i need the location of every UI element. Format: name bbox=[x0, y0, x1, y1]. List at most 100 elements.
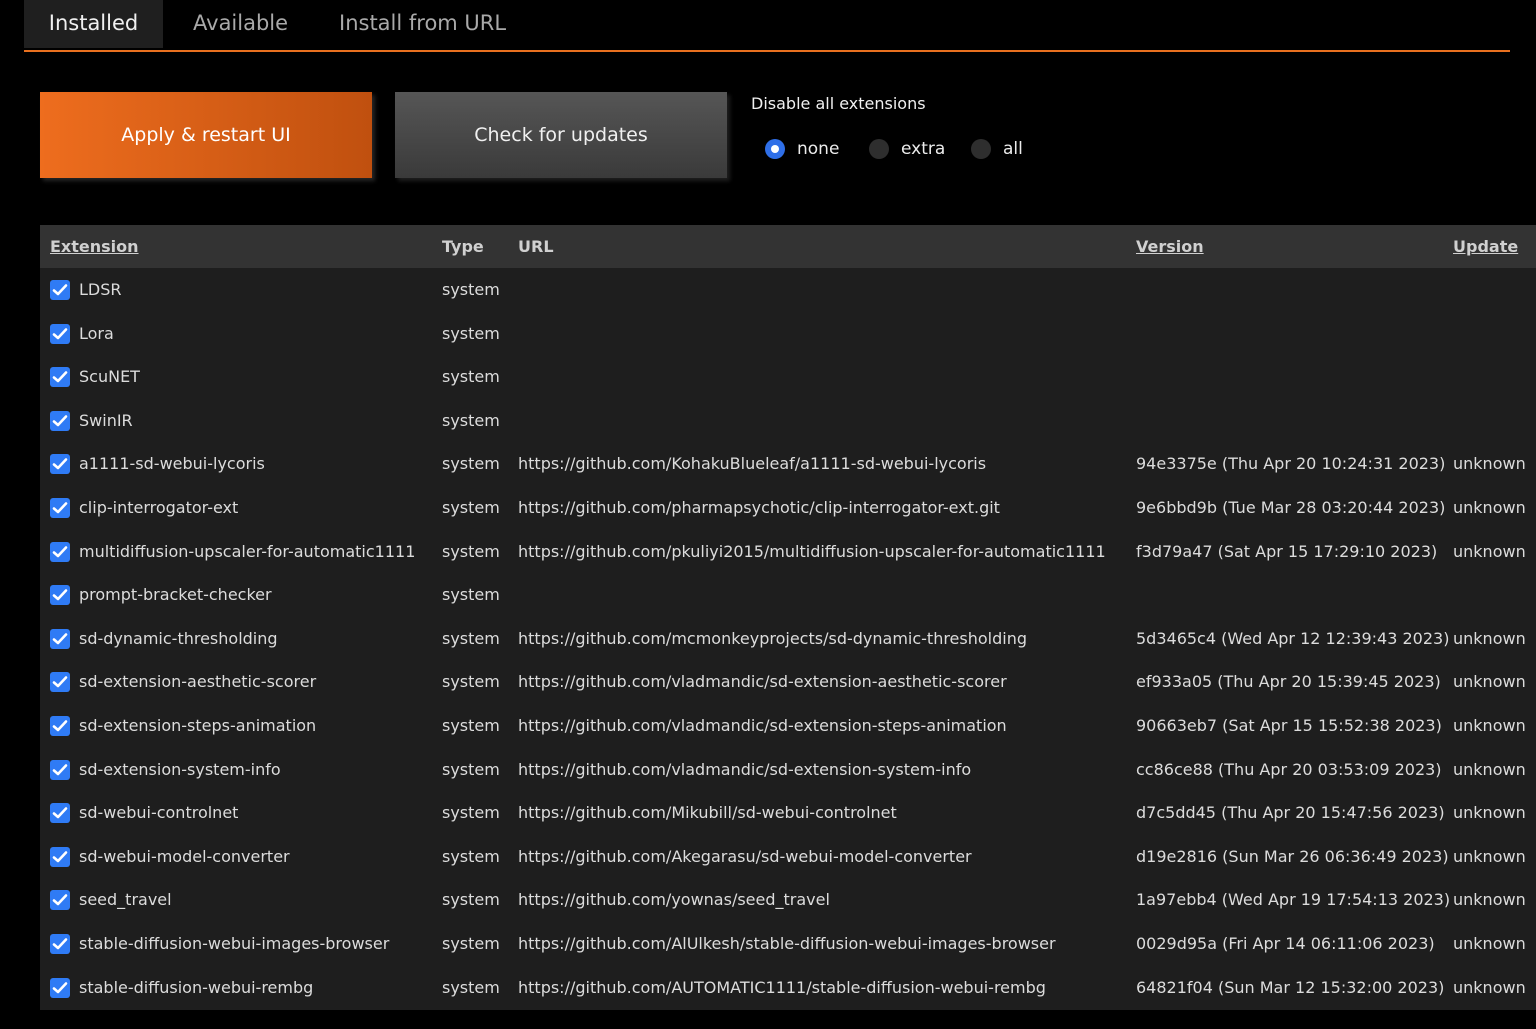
table-row: prompt-bracket-checker system bbox=[40, 573, 1536, 617]
extension-url[interactable]: https://github.com/yownas/seed_travel bbox=[518, 878, 830, 922]
extension-name: LDSR bbox=[79, 280, 122, 299]
tab-available[interactable]: Available bbox=[193, 0, 288, 48]
enabled-checkbox[interactable] bbox=[50, 280, 70, 300]
extension-name: sd-extension-system-info bbox=[79, 759, 281, 779]
extension-update-status: unknown bbox=[1453, 846, 1526, 866]
radio-option-extra[interactable]: extra bbox=[869, 137, 945, 161]
extension-version: d19e2816 (Sun Mar 26 06:36:49 2023) bbox=[1136, 846, 1449, 866]
column-header-version[interactable]: Version bbox=[1136, 225, 1204, 268]
check-updates-button[interactable]: Check for updates bbox=[395, 92, 727, 178]
enabled-checkbox[interactable] bbox=[50, 846, 70, 867]
extension-update-status: unknown bbox=[1453, 890, 1526, 910]
column-header-update[interactable]: Update bbox=[1453, 225, 1518, 268]
extension-url[interactable]: https://github.com/Akegarasu/sd-webui-mo… bbox=[518, 835, 972, 879]
extension-type: system bbox=[442, 280, 500, 299]
extension-name: Lora bbox=[79, 323, 114, 343]
extension-version: d7c5dd45 (Thu Apr 20 15:47:56 2023) bbox=[1136, 803, 1445, 823]
table-row: stable-diffusion-webui-images-browser sys… bbox=[40, 922, 1536, 966]
extension-url[interactable]: https://github.com/vladmandic/sd-extensi… bbox=[518, 704, 1007, 748]
enabled-checkbox[interactable] bbox=[50, 323, 70, 344]
extension-version: 1a97ebb4 (Wed Apr 19 17:54:13 2023) bbox=[1136, 890, 1451, 910]
extension-type: system bbox=[442, 410, 500, 430]
table-row: SwinIR system bbox=[40, 399, 1536, 443]
table-row: multidiffusion-upscaler-for-automatic111… bbox=[40, 530, 1536, 574]
radio-label: all bbox=[1003, 139, 1023, 159]
extension-update-status: unknown bbox=[1453, 977, 1526, 997]
tab-installed[interactable]: Installed bbox=[24, 0, 163, 48]
extension-type: system bbox=[442, 367, 500, 387]
table-body: LDSR system Lora system ScuNET system SwinIR sy… bbox=[40, 268, 1536, 1009]
table-row: sd-extension-system-info system https://gi… bbox=[40, 748, 1536, 792]
enabled-checkbox[interactable] bbox=[50, 977, 70, 998]
enabled-checkbox[interactable] bbox=[50, 410, 70, 431]
tab-install-from-url[interactable]: Install from URL bbox=[339, 0, 506, 48]
extension-update-status: unknown bbox=[1453, 803, 1526, 823]
column-header-url: URL bbox=[518, 237, 554, 256]
radio-selected-icon[interactable] bbox=[765, 139, 785, 159]
enabled-checkbox[interactable] bbox=[50, 497, 70, 518]
enabled-checkbox[interactable] bbox=[50, 672, 70, 693]
enabled-checkbox[interactable] bbox=[50, 715, 70, 736]
extension-url[interactable]: https://github.com/pharmapsychotic/clip-… bbox=[518, 486, 1000, 530]
table-row: a1111-sd-webui-lycoris system https://gith… bbox=[40, 442, 1536, 486]
table-row: seed_travel system https://github.com/yown… bbox=[40, 878, 1536, 922]
extension-type: system bbox=[442, 890, 500, 910]
radio-label: extra bbox=[901, 139, 946, 159]
tab-bar: Installed Available Install from URL bbox=[24, 0, 1510, 52]
extension-update-status: unknown bbox=[1453, 672, 1526, 692]
table-row: ScuNET system bbox=[40, 355, 1536, 399]
apply-restart-button[interactable]: Apply & restart UI bbox=[40, 92, 372, 178]
enabled-checkbox[interactable] bbox=[50, 628, 70, 649]
extension-version: cc86ce88 (Thu Apr 20 03:53:09 2023) bbox=[1136, 759, 1442, 779]
extension-type: system bbox=[442, 672, 500, 692]
extension-url[interactable]: https://github.com/vladmandic/sd-extensi… bbox=[518, 748, 971, 792]
extension-type: system bbox=[442, 585, 500, 605]
column-header-extension[interactable]: Extension bbox=[50, 225, 139, 268]
extension-name: prompt-bracket-checker bbox=[79, 585, 272, 605]
enabled-checkbox[interactable] bbox=[50, 890, 70, 911]
extension-version: 5d3465c4 (Wed Apr 12 12:39:43 2023) bbox=[1136, 628, 1450, 648]
radio-option-none[interactable]: none bbox=[765, 137, 839, 161]
enabled-checkbox[interactable] bbox=[50, 454, 70, 475]
radio-option-all[interactable]: all bbox=[971, 137, 1023, 161]
radio-unselected-icon[interactable] bbox=[869, 139, 889, 159]
extension-url[interactable]: https://github.com/Mikubill/sd-webui-con… bbox=[518, 791, 897, 835]
extension-version: ef933a05 (Thu Apr 20 15:39:45 2023) bbox=[1136, 672, 1441, 692]
extension-url[interactable]: https://github.com/AUTOMATIC1111/stable-… bbox=[518, 966, 1046, 1010]
extension-url[interactable]: https://github.com/pkuliyi2015/multidiff… bbox=[518, 530, 1106, 574]
enabled-checkbox[interactable] bbox=[50, 367, 70, 388]
extension-name: sd-webui-controlnet bbox=[79, 803, 239, 823]
radio-unselected-icon[interactable] bbox=[971, 139, 991, 159]
table-row: LDSR system bbox=[40, 268, 1536, 312]
extension-type: system bbox=[442, 541, 500, 561]
extension-version: 94e3375e (Thu Apr 20 10:24:31 2023) bbox=[1136, 454, 1446, 474]
column-header-type: Type bbox=[442, 237, 484, 256]
extension-update-status: unknown bbox=[1453, 933, 1526, 953]
extension-type: system bbox=[442, 715, 500, 735]
extension-url[interactable]: https://github.com/AlUlkesh/stable-diffu… bbox=[518, 922, 1056, 966]
extension-version: 90663eb7 (Sat Apr 15 15:52:38 2023) bbox=[1136, 715, 1442, 735]
extension-name: ScuNET bbox=[79, 367, 140, 387]
enabled-checkbox[interactable] bbox=[50, 759, 70, 780]
extension-type: system bbox=[442, 846, 500, 866]
table-row: sd-webui-model-converter system https://gi… bbox=[40, 835, 1536, 879]
extension-version: 64821f04 (Sun Mar 12 15:32:00 2023) bbox=[1136, 977, 1445, 997]
enabled-checkbox[interactable] bbox=[50, 585, 70, 606]
extension-url[interactable]: https://github.com/mcmonkeyprojects/sd-d… bbox=[518, 617, 1027, 661]
table-row: sd-extension-aesthetic-scorer system https… bbox=[40, 660, 1536, 704]
extension-name: stable-diffusion-webui-rembg bbox=[79, 977, 314, 997]
extension-update-status: unknown bbox=[1453, 715, 1526, 735]
table-row: sd-extension-steps-animation system https:… bbox=[40, 704, 1536, 748]
extension-url[interactable]: https://github.com/vladmandic/sd-extensi… bbox=[518, 660, 1007, 704]
extension-type: system bbox=[442, 759, 500, 779]
extension-version: 0029d95a (Fri Apr 14 06:11:06 2023) bbox=[1136, 933, 1435, 953]
extension-url[interactable]: https://github.com/KohakuBlueleaf/a1111-… bbox=[518, 442, 986, 486]
extension-update-status: unknown bbox=[1453, 497, 1526, 517]
table-header: Extension Type URL Version Update bbox=[40, 225, 1536, 268]
extension-type: system bbox=[442, 323, 500, 343]
table-row: sd-dynamic-thresholding system https://git… bbox=[40, 617, 1536, 661]
enabled-checkbox[interactable] bbox=[50, 933, 70, 954]
enabled-checkbox[interactable] bbox=[50, 803, 70, 824]
extension-type: system bbox=[442, 497, 500, 517]
enabled-checkbox[interactable] bbox=[50, 541, 70, 562]
